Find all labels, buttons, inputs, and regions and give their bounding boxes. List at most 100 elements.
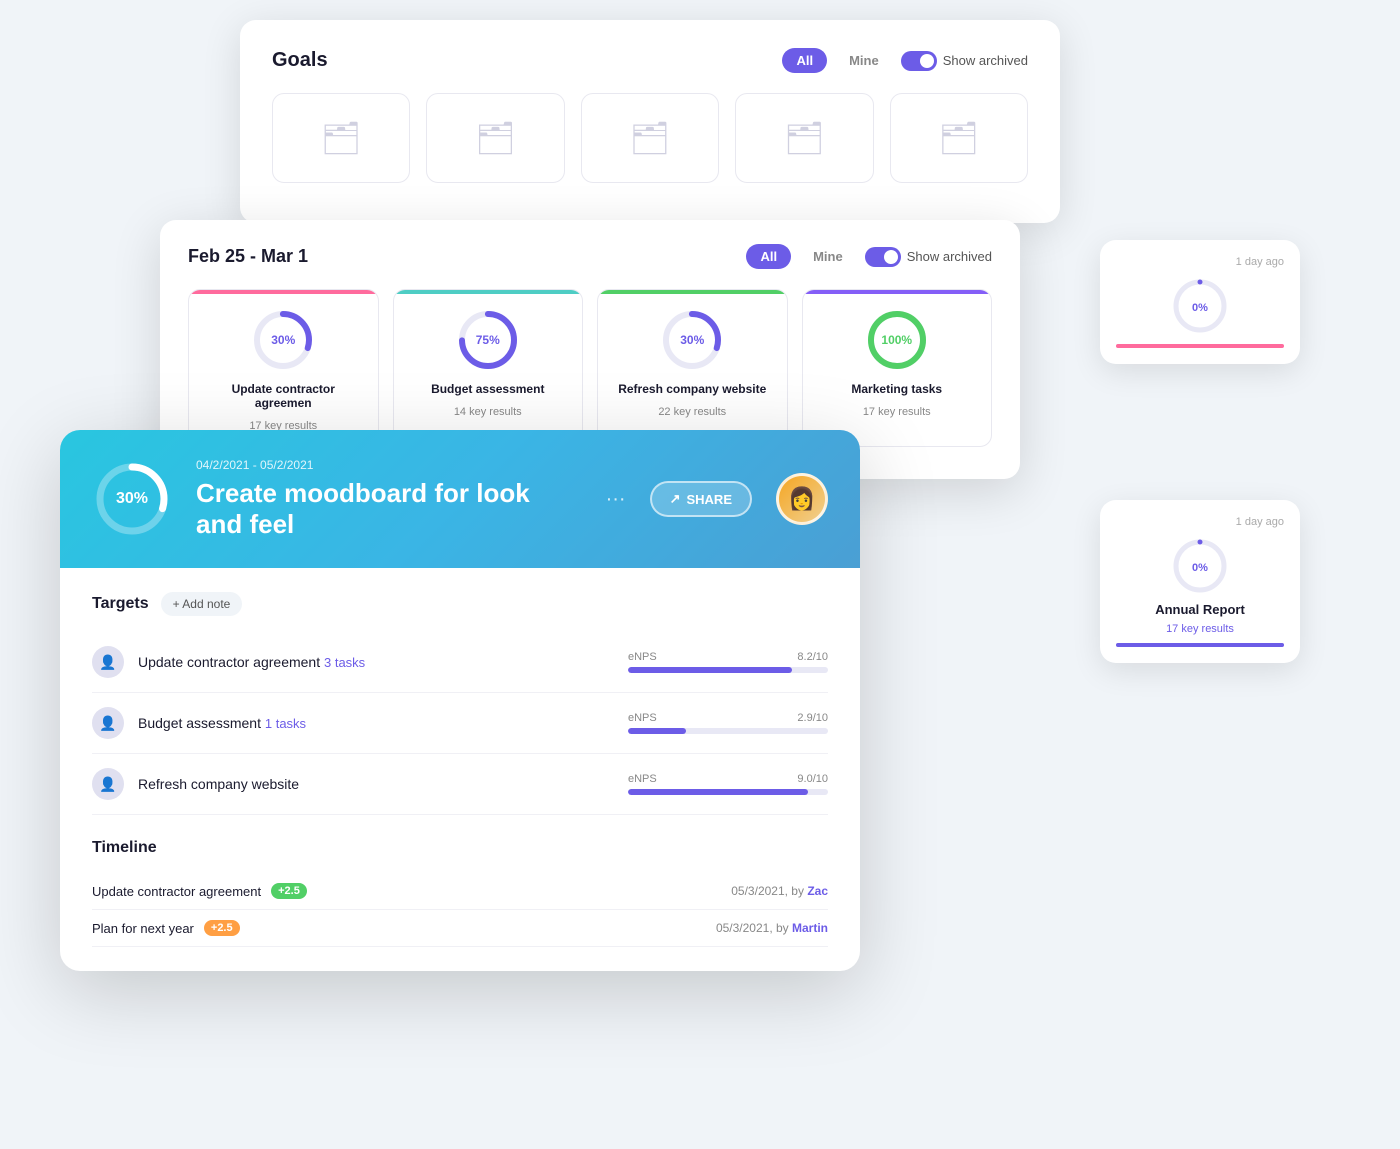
target-link-1[interactable]: 3 tasks <box>324 655 365 670</box>
timeline-person-2: Martin <box>792 921 828 935</box>
side-donut-wrap: 0% <box>1116 276 1284 336</box>
side-card-ago: 1 day ago <box>1116 516 1284 528</box>
goals-archive-toggle[interactable]: Show archived <box>901 51 1028 71</box>
metric-top-1: eNPS 8.2/10 <box>628 651 828 663</box>
target-name-2: Budget assessment 1 tasks <box>138 715 614 731</box>
folder-item[interactable]: 🗂 <box>272 93 410 183</box>
weekly-title: Feb 25 - Mar 1 <box>188 246 308 267</box>
header-donut: 30% <box>92 459 172 539</box>
weekly-archive-label: Show archived <box>907 249 992 264</box>
share-label: SHARE <box>686 492 732 507</box>
timeline-right-1: 05/3/2021, by Zac <box>731 884 828 898</box>
target-name-3: Refresh company website <box>138 776 614 792</box>
toggle-knob <box>920 54 934 68</box>
share-icon: ↗ <box>670 491 681 507</box>
annual-report-name: Annual Report <box>1155 602 1245 617</box>
folder-item[interactable]: 🗂 <box>581 93 719 183</box>
share-button[interactable]: ↗ SHARE <box>650 481 752 517</box>
svg-text:0%: 0% <box>1192 302 1208 314</box>
avatar-image: 👩 <box>779 476 825 522</box>
targets-section-header: Targets + Add note <box>92 592 828 616</box>
timeline-left-1: Update contractor agreement +2.5 <box>92 883 307 899</box>
side-card-top: 1 day ago 0% <box>1100 240 1300 364</box>
folder-icon: 🗂 <box>630 119 671 157</box>
goals-filter-group: All Mine Show archived <box>782 48 1028 73</box>
timeline-row-2: Plan for next year +2.5 05/3/2021, by Ma… <box>92 910 828 947</box>
goal-card-budget[interactable]: 75% Budget assessment 14 key results <box>393 289 584 447</box>
folder-icon: 🗂 <box>475 119 516 157</box>
add-note-button[interactable]: + Add note <box>161 592 243 616</box>
detail-body: Targets + Add note 👤 Update contractor a… <box>60 568 860 971</box>
folder-icon: 🗂 <box>784 119 825 157</box>
metric-label-2: eNPS <box>628 712 657 724</box>
metric-value-1: 8.2/10 <box>797 651 828 663</box>
goals-card: Goals All Mine Show archived 🗂 🗂 🗂 🗂 🗂 <box>240 20 1060 223</box>
goal-name: Budget assessment <box>431 382 544 396</box>
metric-label-3: eNPS <box>628 773 657 785</box>
donut-website: 30% <box>660 308 724 372</box>
target-link-2[interactable]: 1 tasks <box>265 716 306 731</box>
metric-top-3: eNPS 9.0/10 <box>628 773 828 785</box>
weekly-archive-toggle[interactable]: Show archived <box>865 247 992 267</box>
weekly-filter-group: All Mine Show archived <box>746 244 992 269</box>
donut-marketing: 100% <box>865 308 929 372</box>
metric-value-2: 2.9/10 <box>797 712 828 724</box>
metric-value-3: 9.0/10 <box>797 773 828 785</box>
toggle-knob <box>884 250 898 264</box>
timeline-section-header: Timeline <box>92 839 828 857</box>
goal-card-marketing[interactable]: 100% Marketing tasks 17 key results <box>802 289 993 447</box>
goal-name: Refresh company website <box>618 382 766 396</box>
header-date: 04/2/2021 - 05/2/2021 <box>196 458 570 472</box>
detail-header: 30% 04/2/2021 - 05/2/2021 Create moodboa… <box>60 430 860 568</box>
folder-icon: 🗂 <box>321 119 362 157</box>
timeline-section: Timeline Update contractor agreement +2.… <box>92 839 828 947</box>
metric-bar-bg-2 <box>628 728 828 734</box>
weekly-filter-all[interactable]: All <box>746 244 791 269</box>
goals-header: Goals All Mine Show archived <box>272 48 1028 73</box>
more-options-icon[interactable]: ··· <box>606 488 626 511</box>
metric-top-2: eNPS 2.9/10 <box>628 712 828 724</box>
donut-budget: 75% <box>456 308 520 372</box>
toggle-switch-icon[interactable] <box>901 51 937 71</box>
weekly-filter-mine[interactable]: Mine <box>799 244 857 269</box>
folder-item[interactable]: 🗂 <box>890 93 1028 183</box>
goal-cards-row: 30% Update contractor agreemen 17 key re… <box>188 289 992 447</box>
goal-sub: 14 key results <box>454 406 522 418</box>
annual-report-sub: 17 key results <box>1166 623 1234 635</box>
avatar[interactable]: 👩 <box>776 473 828 525</box>
target-avatar-2: 👤 <box>92 707 124 739</box>
header-title: Create moodboard for look and feel <box>196 478 570 540</box>
metric-bar-bg-3 <box>628 789 828 795</box>
goal-sub: 17 key results <box>863 406 931 418</box>
goal-name: Marketing tasks <box>851 382 942 396</box>
timeline-badge-1: +2.5 <box>271 883 307 899</box>
goal-card-website[interactable]: 30% Refresh company website 22 key resul… <box>597 289 788 447</box>
goal-name: Update contractor agreemen <box>203 382 364 410</box>
side-donut-svg: 0% <box>1170 276 1230 336</box>
donut-label: 100% <box>881 333 912 347</box>
target-avatar-3: 👤 <box>92 768 124 800</box>
side-card-annual: 1 day ago 0% Annual Report 17 key result… <box>1100 500 1300 663</box>
metric-label-1: eNPS <box>628 651 657 663</box>
timeline-person-1: Zac <box>807 884 828 898</box>
goals-filter-all[interactable]: All <box>782 48 827 73</box>
side-card-ago: 1 day ago <box>1116 256 1284 268</box>
svg-text:0%: 0% <box>1192 562 1208 574</box>
goals-filter-mine[interactable]: Mine <box>835 48 893 73</box>
folder-item[interactable]: 🗂 <box>426 93 564 183</box>
timeline-left-2: Plan for next year +2.5 <box>92 920 240 936</box>
folder-item[interactable]: 🗂 <box>735 93 873 183</box>
header-percent: 30% <box>116 490 148 508</box>
goal-card-contractor[interactable]: 30% Update contractor agreemen 17 key re… <box>188 289 379 447</box>
target-row-contractor: 👤 Update contractor agreement 3 tasks eN… <box>92 632 828 693</box>
toggle-switch-icon[interactable] <box>865 247 901 267</box>
timeline-right-2: 05/3/2021, by Martin <box>716 921 828 935</box>
target-row-budget: 👤 Budget assessment 1 tasks eNPS 2.9/10 <box>92 693 828 754</box>
metric-bar-fill-3 <box>628 789 808 795</box>
target-metric-1: eNPS 8.2/10 <box>628 651 828 673</box>
donut-contractor: 30% <box>251 308 315 372</box>
target-name-1: Update contractor agreement 3 tasks <box>138 654 614 670</box>
timeline-title: Timeline <box>92 839 157 857</box>
donut-label: 75% <box>476 333 500 347</box>
side-donut-wrap: 0% Annual Report 17 key results <box>1116 536 1284 635</box>
